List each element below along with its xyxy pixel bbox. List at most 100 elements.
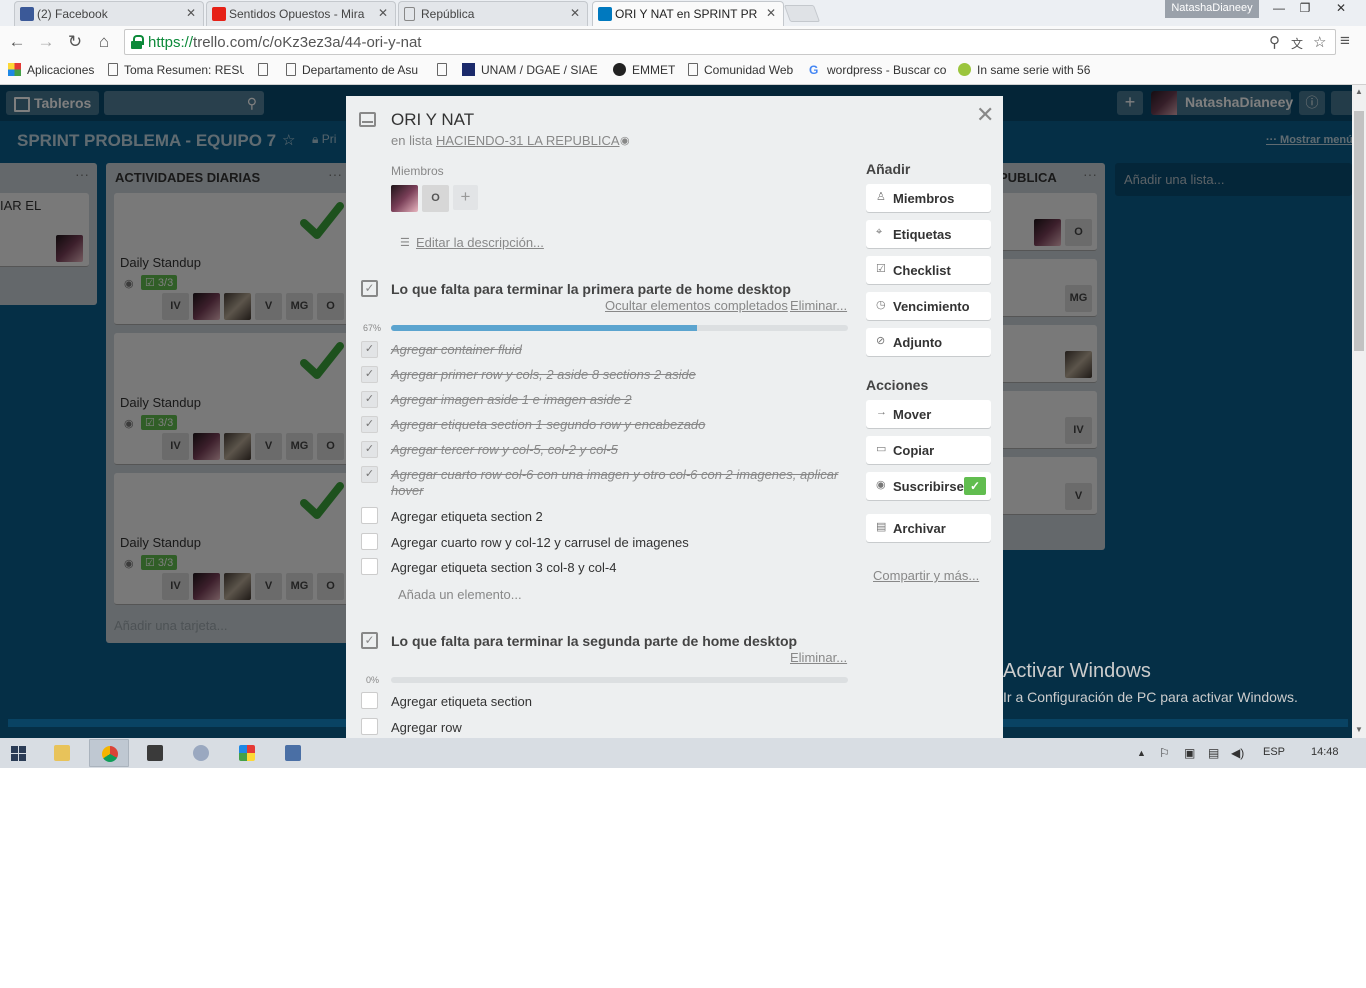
network-icon[interactable]: ▤ — [1208, 746, 1219, 760]
item-checkbox-checked[interactable]: ✓ — [361, 441, 378, 458]
bookmark-emmet[interactable]: EMMET — [613, 63, 675, 81]
bookmark-untitled[interactable] — [258, 63, 276, 81]
attachment-button[interactable]: ⊘ Adjunto — [866, 328, 991, 356]
checklist-button[interactable]: ☑ Checklist — [866, 256, 991, 284]
bookmark-departamento[interactable]: Departamento de Asu — [286, 63, 426, 81]
item-checkbox-checked[interactable]: ✓ — [361, 416, 378, 433]
item-checkbox[interactable] — [361, 507, 378, 524]
taskbar-file-explorer[interactable] — [42, 739, 82, 767]
taskbar-app[interactable] — [181, 739, 221, 767]
bookmark-toma-resumen[interactable]: Toma Resumen: RESU — [108, 63, 244, 81]
move-button[interactable]: → Mover — [866, 400, 991, 428]
language-indicator[interactable]: ESP — [1263, 746, 1285, 758]
new-tab-button[interactable] — [783, 5, 821, 22]
hide-completed-link[interactable]: Ocultar elementos completados — [605, 298, 788, 313]
item-checkbox[interactable] — [361, 558, 378, 575]
taskbar-window[interactable] — [273, 739, 313, 767]
restore-icon[interactable]: ❐ — [1292, 1, 1318, 19]
checklist-item[interactable]: Agregar tercer row y col-5, col-2 y col-… — [391, 442, 841, 458]
item-checkbox-checked[interactable]: ✓ — [361, 391, 378, 408]
item-checkbox[interactable] — [361, 718, 378, 735]
bookmark-apps[interactable]: Aplicaciones — [8, 63, 94, 81]
checklist-item[interactable]: Agregar row — [391, 720, 841, 735]
browser-menu-icon[interactable]: ≡ — [1340, 31, 1350, 51]
taskbar-paint[interactable] — [227, 739, 267, 767]
scroll-up-icon[interactable]: ▲ — [1355, 87, 1363, 96]
member-o[interactable]: O — [422, 185, 449, 212]
tab-close-icon[interactable]: ✕ — [570, 6, 580, 20]
member-avatar[interactable] — [391, 185, 418, 212]
item-checkbox[interactable] — [361, 692, 378, 709]
tray-expand-icon[interactable]: ▲ — [1137, 748, 1146, 758]
checklist-item[interactable]: Agregar etiqueta section 1 segundo row y… — [391, 417, 841, 433]
members-button[interactable]: ♙ Miembros — [866, 184, 991, 212]
checklist-title[interactable]: Lo que falta para terminar la segunda pa… — [391, 633, 797, 649]
checklist-item[interactable]: Agregar cuarto row y col-12 y carrusel d… — [391, 535, 841, 550]
item-checkbox-checked[interactable]: ✓ — [361, 341, 378, 358]
device-icon[interactable]: ▣ — [1184, 746, 1195, 760]
item-checkbox-checked[interactable]: ✓ — [361, 366, 378, 383]
translate-icon[interactable]: 文 — [1291, 35, 1303, 52]
page-icon — [258, 63, 268, 76]
home-icon[interactable]: ⌂ — [93, 31, 115, 53]
share-more-link[interactable]: Compartir y más... — [873, 568, 979, 583]
card-title[interactable]: ORI Y NAT — [391, 110, 474, 130]
checklist-item[interactable]: Agregar cuarto row col-6 con una imagen … — [391, 467, 841, 499]
tab-republica[interactable]: República ✕ — [398, 1, 588, 26]
due-date-button[interactable]: ◷ Vencimiento — [866, 292, 991, 320]
tab-facebook[interactable]: (2) Facebook ✕ — [14, 1, 204, 26]
tab-youtube[interactable]: Sentidos Opuestos - Mira ✕ — [206, 1, 396, 26]
emmet-icon — [613, 63, 626, 76]
bookmark-label: Aplicaciones — [27, 63, 95, 77]
windows-start-icon[interactable] — [11, 746, 26, 761]
checklist-item[interactable]: Agregar etiqueta section 2 — [391, 509, 841, 524]
checklist-item[interactable]: Agregar etiqueta section — [391, 694, 841, 709]
taskbar-chrome[interactable] — [89, 739, 129, 767]
volume-icon[interactable]: ◀) — [1231, 746, 1244, 760]
star-icon[interactable]: ☆ — [1313, 33, 1326, 51]
clock[interactable]: 14:48 — [1311, 746, 1339, 758]
tab-close-icon[interactable]: ✕ — [766, 6, 776, 20]
bookmark-untitled-2[interactable] — [437, 63, 455, 81]
bookmark-wordpress[interactable]: Gwordpress - Buscar co — [809, 63, 949, 81]
scrollbar-thumb[interactable] — [1354, 111, 1364, 351]
edit-description-link[interactable]: Editar la descripción... — [416, 235, 544, 250]
add-item-input[interactable]: Añada un elemento... — [398, 587, 522, 602]
taskbar-media-app[interactable] — [135, 739, 175, 767]
scroll-down-icon[interactable]: ▼ — [1355, 725, 1363, 734]
bookmark-unam[interactable]: UNAM / DGAE / SIAE — [462, 63, 600, 81]
back-icon[interactable]: ← — [6, 31, 28, 53]
profile-badge[interactable]: NatashaDianeey — [1165, 0, 1259, 18]
tab-close-icon[interactable]: ✕ — [378, 6, 388, 20]
checklist-item[interactable]: Agregar container fluid — [391, 342, 841, 358]
checklist-title[interactable]: Lo que falta para terminar la primera pa… — [391, 281, 791, 297]
checklist-item[interactable]: Agregar imagen aside 1 e imagen aside 2 — [391, 392, 841, 408]
copy-button[interactable]: ▭ Copiar — [866, 436, 991, 464]
zoom-icon[interactable]: ⚲ — [1269, 33, 1280, 51]
window-icon — [285, 745, 301, 761]
tab-trello-active[interactable]: ORI Y NAT en SPRINT PRO ✕ — [592, 1, 784, 27]
window-close-icon[interactable]: ✕ — [1318, 1, 1364, 19]
add-member-icon[interactable]: + — [453, 185, 478, 210]
bookmark-same-serie[interactable]: In same serie with 56 — [958, 63, 1098, 81]
archive-button[interactable]: ▤ Archivar — [866, 514, 991, 542]
item-checkbox-checked[interactable]: ✓ — [361, 466, 378, 483]
page-vertical-scrollbar[interactable]: ▲ ▼ — [1352, 85, 1366, 738]
delete-checklist-link[interactable]: Eliminar... — [790, 650, 847, 665]
checklist-item[interactable]: Agregar etiqueta section 3 col-8 y col-4 — [391, 560, 841, 575]
subscribe-button[interactable]: ◉ Suscribirse ✓ — [866, 472, 991, 500]
url-path: trello.com/c/oKz3ez3a/44-ori-y-nat — [193, 34, 422, 51]
minimize-icon[interactable]: — — [1266, 1, 1292, 19]
tab-close-icon[interactable]: ✕ — [186, 6, 196, 20]
address-bar[interactable]: https://trello.com/c/oKz3ez3a/44-ori-y-n… — [124, 29, 1336, 55]
list-link[interactable]: HACIENDO-31 LA REPUBLICA — [436, 133, 620, 148]
forward-icon[interactable]: → — [35, 31, 57, 53]
facebook-icon — [20, 7, 34, 21]
reload-icon[interactable]: ↻ — [64, 31, 86, 53]
delete-checklist-link[interactable]: Eliminar... — [790, 298, 847, 313]
flag-icon[interactable]: ⚐ — [1159, 746, 1170, 760]
checklist-item[interactable]: Agregar primer row y cols, 2 aside 8 sec… — [391, 367, 841, 383]
bookmark-comunidad-web[interactable]: Comunidad Web — [688, 63, 793, 81]
labels-button[interactable]: ⌖ Etiquetas — [866, 220, 991, 248]
item-checkbox[interactable] — [361, 533, 378, 550]
